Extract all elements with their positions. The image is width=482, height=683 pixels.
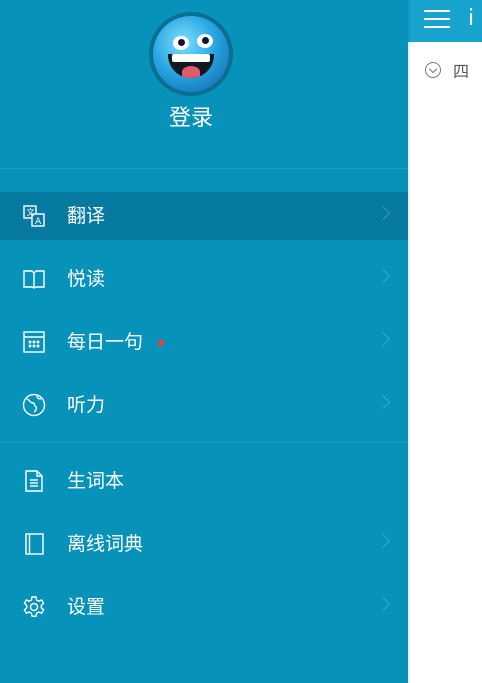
notification-badge <box>158 340 164 346</box>
chevron-right-icon <box>375 596 391 612</box>
chevron-right-icon <box>375 205 391 221</box>
section-divider <box>0 442 408 443</box>
drawer-header: 登录 <box>0 0 408 168</box>
hamburger-menu-icon[interactable] <box>424 10 450 28</box>
menu-item-label: 翻译 <box>67 205 106 227</box>
translate-icon: 文 A <box>23 205 45 227</box>
chevron-down-circle-icon <box>425 62 441 78</box>
menu-item-label: 离线词典 <box>67 533 144 555</box>
menu-item-translate[interactable]: 文 A 翻译 <box>0 192 408 240</box>
menu-item-wordbook[interactable]: 生词本 <box>0 457 408 505</box>
menu-item-label: 每日一句 <box>67 331 144 353</box>
menu-item-offline-dictionary[interactable]: 离线词典 <box>0 520 408 568</box>
page-title: i <box>468 6 475 31</box>
dropdown-row[interactable]: 四 <box>425 58 469 82</box>
chevron-right-icon <box>375 268 391 284</box>
svg-text:文: 文 <box>27 207 35 217</box>
menu-item-label: 听力 <box>67 394 106 416</box>
chevron-right-icon <box>375 533 391 549</box>
login-button[interactable]: 登录 <box>0 100 382 132</box>
notebook-icon <box>25 470 43 492</box>
chevron-right-icon <box>375 331 391 347</box>
globe-icon <box>22 393 46 417</box>
avatar-mouth <box>168 54 214 78</box>
chevron-right-icon <box>375 394 391 410</box>
menu-item-label: 设置 <box>67 596 106 618</box>
navigation-drawer: 登录 文 A 翻译 悦读 每日一句 听力 生词本 离线词典 设置 <box>0 0 408 683</box>
menu-item-daily-sentence[interactable]: 每日一句 <box>0 318 408 366</box>
dictionary-icon <box>25 533 44 555</box>
top-app-bar: i <box>408 0 482 42</box>
menu-item-reading[interactable]: 悦读 <box>0 255 408 303</box>
book-icon <box>23 270 45 289</box>
dropdown-label: 四 <box>453 62 470 81</box>
calendar-icon <box>23 331 45 353</box>
menu-item-label: 悦读 <box>67 268 106 290</box>
menu-item-label: 生词本 <box>67 470 125 492</box>
svg-text:A: A <box>35 217 42 227</box>
avatar-eye-right <box>197 34 213 48</box>
avatar[interactable] <box>153 16 229 92</box>
menu-item-listening[interactable]: 听力 <box>0 381 408 429</box>
menu-item-settings[interactable]: 设置 <box>0 583 408 631</box>
avatar-eye-left <box>173 36 189 50</box>
drawer-shadow <box>408 0 411 683</box>
header-divider <box>0 168 408 169</box>
gear-icon <box>23 596 45 617</box>
